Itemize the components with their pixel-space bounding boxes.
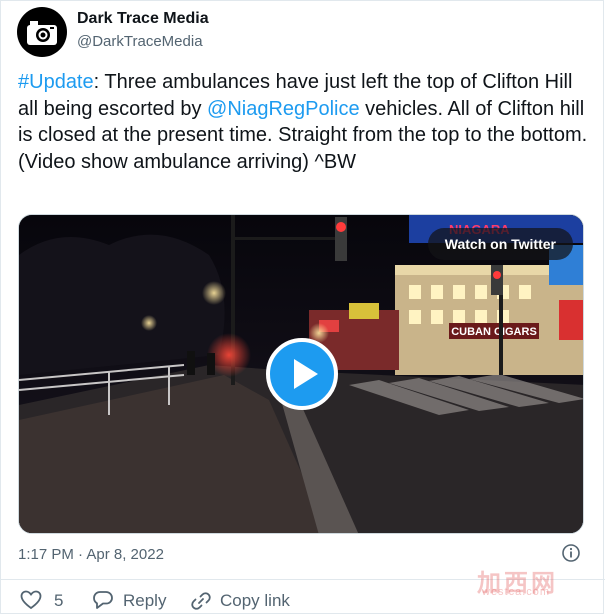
author-name[interactable]: Dark Trace Media — [77, 10, 209, 28]
author-handle[interactable]: @DarkTraceMedia — [77, 33, 203, 50]
link-icon — [191, 592, 211, 610]
play-icon — [294, 359, 318, 389]
copy-link-label: Copy link — [220, 591, 290, 610]
copy-link-button[interactable]: Copy link — [190, 590, 300, 612]
info-icon[interactable] — [562, 544, 580, 562]
reply-label: Reply — [123, 591, 167, 610]
watch-on-twitter-label[interactable]: Watch on Twitter — [427, 228, 573, 260]
tweet-timestamp[interactable]: 1:17 PM · Apr 8, 2022 — [18, 546, 164, 563]
hashtag-link[interactable]: #Update — [18, 71, 94, 93]
reply-button[interactable]: Reply — [92, 590, 182, 612]
video-player[interactable]: CUBAN CIGARS NIAGARA — [18, 214, 584, 534]
watermark-sub: westca.com — [482, 586, 551, 598]
tweet-card: Dark Trace Media @DarkTraceMedia #Update… — [0, 0, 605, 614]
sign-cuban-cigars: CUBAN CIGARS — [451, 326, 537, 338]
camera-icon — [27, 21, 57, 45]
avatar[interactable] — [17, 7, 67, 57]
like-button[interactable]: 5 — [20, 590, 70, 612]
heart-icon — [20, 590, 42, 610]
like-count: 5 — [54, 591, 64, 610]
reply-icon — [93, 591, 113, 609]
tweet-text: #Update: Three ambulances have just left… — [18, 69, 594, 175]
mention-link[interactable]: @NiagRegPolice — [207, 98, 360, 120]
play-button[interactable] — [266, 338, 338, 410]
